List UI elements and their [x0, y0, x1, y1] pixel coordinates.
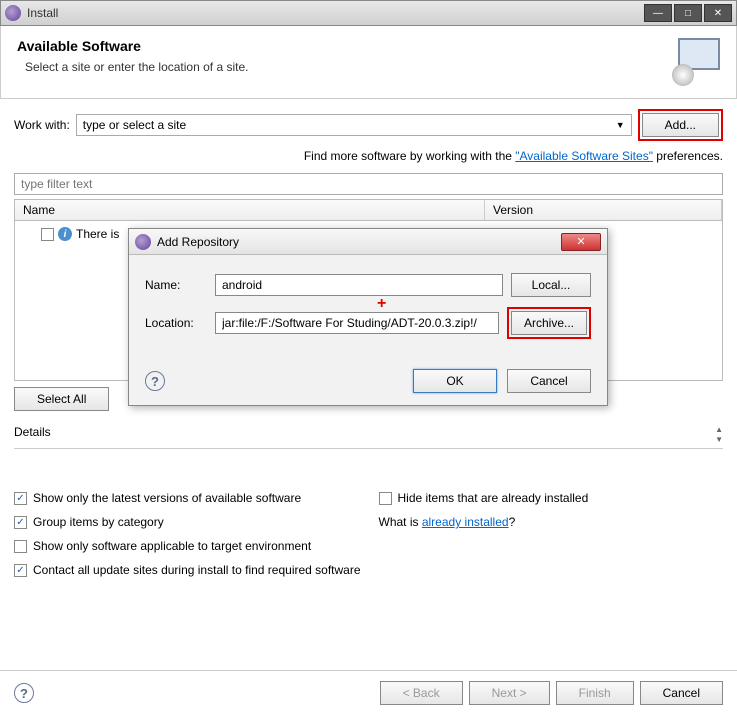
dialog-title: Add Repository [157, 235, 561, 249]
table-header: Name Version [14, 199, 723, 221]
col-version[interactable]: Version [485, 200, 722, 220]
install-icon [672, 38, 720, 86]
minimize-button[interactable]: — [644, 4, 672, 22]
details-label: Details [14, 425, 51, 444]
eclipse-icon [5, 5, 21, 21]
workwith-label: Work with: [14, 118, 70, 132]
name-input[interactable] [215, 274, 503, 296]
wizard-footer: ? < Back Next > Finish Cancel [0, 670, 737, 715]
available-sites-link[interactable]: "Available Software Sites" [515, 149, 653, 163]
filter-input[interactable] [14, 173, 723, 195]
dialog-close-button[interactable]: ✕ [561, 233, 601, 251]
add-button-highlight: Add... [638, 109, 723, 141]
page-title: Available Software [17, 38, 672, 54]
applicable-checkbox[interactable] [14, 540, 27, 553]
chevron-down-icon: ▼ [616, 120, 625, 130]
hide-checkbox[interactable] [379, 492, 392, 505]
window-title: Install [27, 6, 644, 20]
row-checkbox[interactable] [41, 228, 54, 241]
name-label: Name: [145, 278, 207, 292]
back-button[interactable]: < Back [380, 681, 463, 705]
hint-text: Find more software by working with the "… [14, 149, 723, 163]
add-repository-dialog: Add Repository ✕ Name: Local... + Locati… [128, 228, 608, 406]
wizard-header: Available Software Select a site or ente… [0, 26, 737, 99]
local-button[interactable]: Local... [511, 273, 591, 297]
add-button[interactable]: Add... [642, 113, 719, 137]
col-name[interactable]: Name [15, 200, 485, 220]
details-body [14, 449, 723, 477]
applicable-label: Show only software applicable to target … [33, 539, 311, 553]
location-input[interactable] [215, 312, 499, 334]
archive-button-highlight: Archive... [507, 307, 591, 339]
dialog-titlebar: Add Repository ✕ [129, 229, 607, 255]
details-expand[interactable]: ▲▼ [715, 425, 723, 444]
workwith-combo[interactable]: type or select a site ▼ [76, 114, 632, 136]
maximize-button[interactable]: □ [674, 4, 702, 22]
info-icon: i [58, 227, 72, 241]
latest-checkbox[interactable] [14, 492, 27, 505]
help-icon[interactable]: ? [14, 683, 34, 703]
contact-label: Contact all update sites during install … [33, 563, 361, 577]
next-button[interactable]: Next > [469, 681, 550, 705]
cancel-button[interactable]: Cancel [640, 681, 723, 705]
eclipse-icon [135, 234, 151, 250]
workwith-placeholder: type or select a site [83, 118, 186, 132]
latest-label: Show only the latest versions of availab… [33, 491, 301, 505]
finish-button[interactable]: Finish [556, 681, 634, 705]
dialog-cancel-button[interactable]: Cancel [507, 369, 591, 393]
page-subtitle: Select a site or enter the location of a… [25, 60, 672, 74]
dialog-help-icon[interactable]: ? [145, 371, 165, 391]
window-titlebar: Install — □ ✕ [0, 0, 737, 26]
archive-button[interactable]: Archive... [511, 311, 587, 335]
location-label: Location: [145, 316, 207, 330]
hide-label: Hide items that are already installed [398, 491, 589, 505]
row-text: There is [76, 227, 119, 241]
select-all-button[interactable]: Select All [14, 387, 109, 411]
window-close-button[interactable]: ✕ [704, 4, 732, 22]
whatis-label: What is already installed? [379, 515, 516, 529]
group-label: Group items by category [33, 515, 164, 529]
contact-checkbox[interactable] [14, 564, 27, 577]
ok-button[interactable]: OK [413, 369, 497, 393]
group-checkbox[interactable] [14, 516, 27, 529]
already-installed-link[interactable]: already installed [422, 515, 509, 529]
